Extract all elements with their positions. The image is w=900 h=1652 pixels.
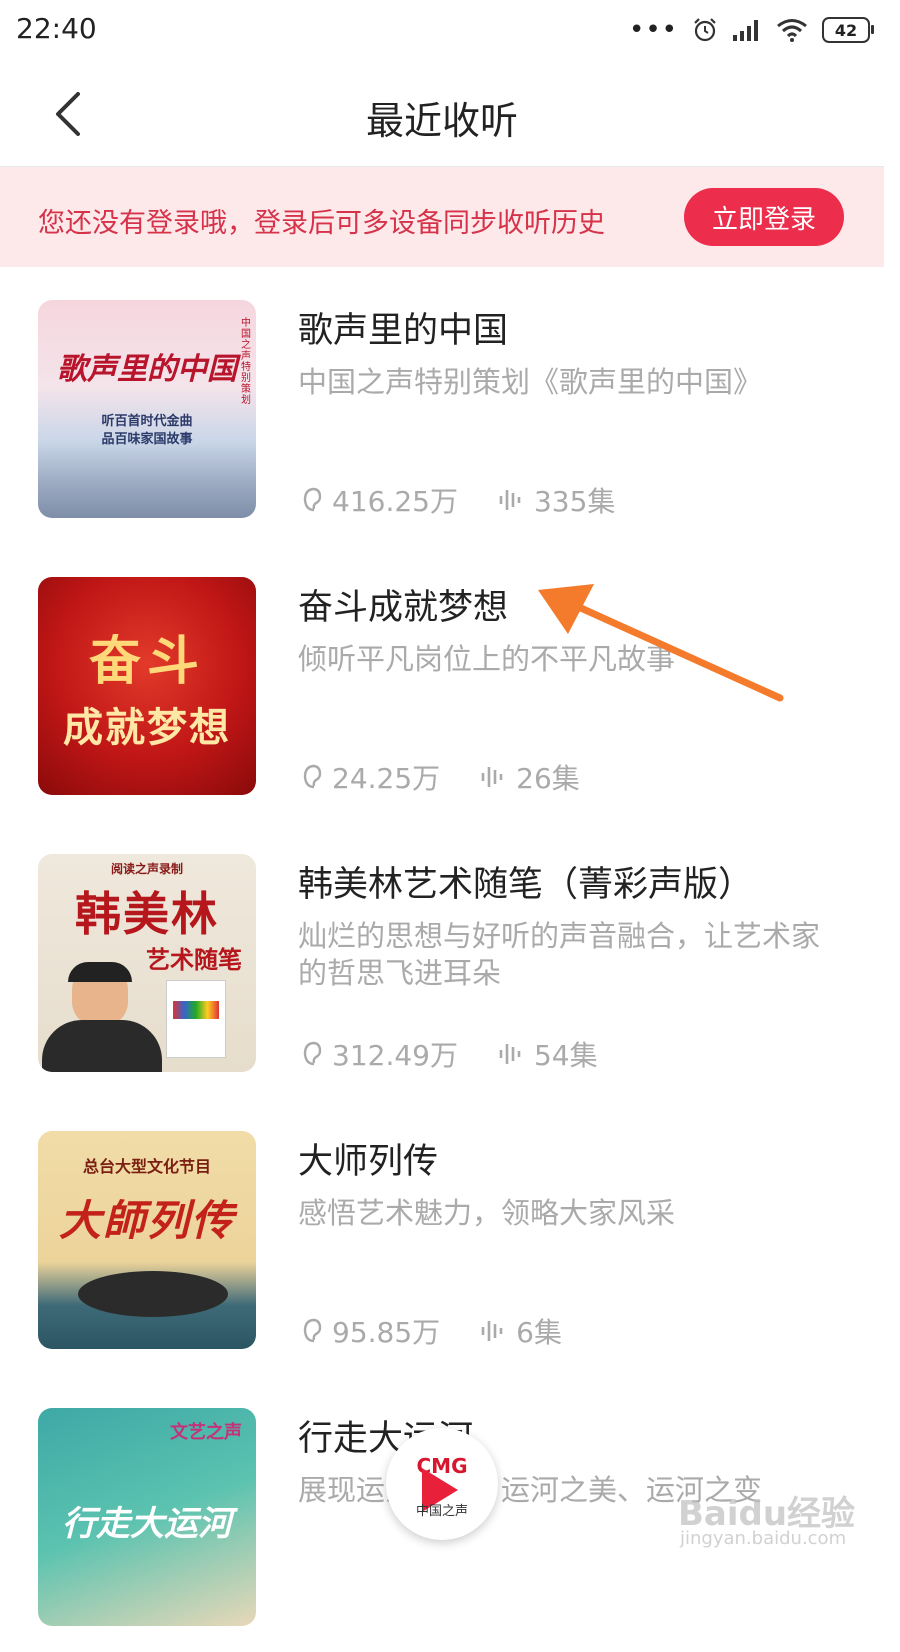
audio-wave-icon [481, 1321, 503, 1341]
play-count-value: 312.49万 [332, 1039, 458, 1072]
item-description: 感悟艺术魅力，领略大家风采 [298, 1196, 676, 1230]
play-count: 312.49万 [300, 1034, 458, 1074]
portrait-figure [42, 962, 162, 1072]
login-tip-text: 您还没有登录哦，登录后可多设备同步收听历史 [38, 208, 605, 239]
item-stats: 95.85万 6集 [300, 1311, 602, 1351]
alarm-icon [694, 18, 716, 42]
more-dots-icon: ••• [628, 15, 678, 45]
status-bar: 22:40 ••• 42 [0, 0, 900, 62]
cover-art-side-text: 中国之声特别策划 [241, 318, 251, 406]
cover-art-title: 大師列传 [58, 1196, 235, 1245]
cover-art-title: 奋斗 [88, 631, 205, 692]
episode-count-value: 335集 [533, 485, 616, 518]
list-item[interactable]: 歌声里的中国 听百首时代金曲 品百味家国故事 中国之声特别策划 歌声里的中国 中… [0, 268, 884, 544]
episode-count-value: 6集 [516, 1316, 562, 1349]
cover-image: 奋斗 成就梦想 [38, 577, 256, 795]
item-title: 歌声里的中国 [298, 311, 509, 351]
cover-art-title: 行走大运河 [62, 1504, 232, 1544]
status-time: 22:40 [16, 12, 97, 45]
cover-art-tag: 总台大型文化节目 [82, 1157, 211, 1176]
cover-art-subtitle: 成就梦想 [63, 704, 231, 751]
play-count: 24.25万 [300, 757, 440, 797]
audio-wave-icon [481, 767, 503, 787]
headphone-icon [303, 1041, 322, 1066]
play-count-value: 95.85万 [332, 1316, 441, 1349]
item-title: 韩美林艺术随笔（菁彩声版） [298, 865, 754, 905]
cover-image: 歌声里的中国 听百首时代金曲 品百味家国故事 中国之声特别策划 [38, 300, 256, 518]
episode-count: 54集 [498, 1034, 598, 1074]
battery-icon: 42 [822, 17, 874, 43]
item-stats: 312.49万 54集 [300, 1034, 638, 1074]
item-title: 奋斗成就梦想 [298, 588, 509, 628]
play-count-value: 416.25万 [332, 485, 458, 518]
audio-wave-icon [499, 490, 521, 510]
episode-count-value: 26集 [516, 762, 580, 795]
page-title: 最近收听 [365, 99, 518, 143]
cover-art-title: 歌声里的中国 [57, 352, 237, 387]
list-item[interactable]: 阅读之声录制 韩美林 艺术随笔 韩美林艺术随笔（菁彩声版） 灿烂的思想与好听的声… [0, 822, 884, 1098]
cover-art-subtitle: 品百味家国故事 [101, 432, 193, 447]
status-icons: ••• 42 [628, 14, 874, 46]
cover-art-title: 韩美林 [75, 887, 219, 941]
list-item[interactable]: 奋斗 成就梦想 奋斗成就梦想 倾听平凡岗位上的不平凡故事 24.25万 26集 [0, 545, 884, 821]
episode-count: 6集 [480, 1311, 562, 1351]
item-description: 中国之声特别策划《歌声里的中国》 [298, 365, 763, 399]
episode-count: 26集 [480, 757, 580, 797]
login-button[interactable]: 立即登录 [684, 188, 844, 246]
signal-icon [733, 20, 758, 41]
item-description: 灿烂的思想与好听的声音融合，让艺术家的哲思飞进耳朵 [298, 919, 821, 990]
headphone-icon [303, 1318, 322, 1343]
player-channel-name: 中国之声 [415, 1504, 468, 1519]
item-stats: 24.25万 26集 [300, 757, 620, 797]
cover-art-tag: 阅读之声录制 [110, 862, 183, 876]
episode-count: 335集 [498, 480, 615, 520]
cover-image: 阅读之声录制 韩美林 艺术随笔 [38, 854, 256, 1072]
play-count: 95.85万 [300, 1311, 440, 1351]
nav-bar: 最近收听 [0, 62, 884, 167]
episode-count-value: 54集 [533, 1039, 598, 1072]
cover-art-subtitle: 听百首时代金曲 [101, 414, 193, 429]
cover-image: 总台大型文化节目 大師列传 [38, 1131, 256, 1349]
list-item[interactable]: 总台大型文化节目 大師列传 大师列传 感悟艺术魅力，领略大家风采 95.85万 … [0, 1099, 884, 1375]
item-description: 倾听平凡岗位上的不平凡故事 [298, 642, 676, 676]
book-image [166, 980, 226, 1058]
headphone-icon [303, 764, 322, 789]
audio-wave-icon [499, 1044, 521, 1064]
item-title: 大师列传 [298, 1142, 439, 1182]
play-count-value: 24.25万 [332, 762, 441, 795]
headphone-icon [303, 487, 322, 512]
watermark-url: jingyan.baidu.com [680, 1528, 847, 1549]
play-count: 416.25万 [300, 480, 458, 520]
floating-player-button[interactable]: CMG 中国之声 [386, 1428, 498, 1540]
inkstone-image [78, 1271, 228, 1317]
item-stats: 416.25万 335集 [300, 480, 655, 520]
login-banner: 您还没有登录哦，登录后可多设备同步收听历史 立即登录 [0, 167, 884, 267]
cover-image: 文艺之声 行走大运河 [38, 1408, 256, 1626]
wifi-icon [777, 19, 807, 42]
cover-art-tag: 文艺之声 [170, 1422, 242, 1443]
